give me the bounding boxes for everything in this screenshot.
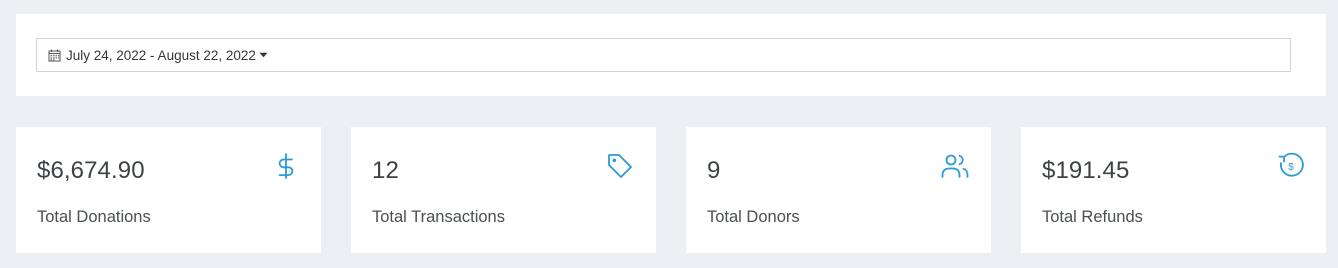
- date-range-label: July 24, 2022 - August 22, 2022: [66, 47, 256, 63]
- date-range-picker[interactable]: July 24, 2022 - August 22, 2022: [36, 38, 1291, 72]
- calendar-icon: [48, 49, 61, 62]
- stat-label: Total Donations: [37, 208, 151, 226]
- refund-icon: $: [1276, 151, 1306, 181]
- stat-value: 12: [372, 157, 399, 184]
- stat-card-total-transactions: 12 Total Transactions: [351, 127, 656, 253]
- tag-icon: [605, 151, 635, 181]
- caret-down-icon: [259, 52, 268, 58]
- users-icon: [940, 151, 970, 181]
- stat-label: Total Transactions: [372, 208, 505, 226]
- stat-value: $191.45: [1042, 157, 1130, 184]
- stat-value: $6,674.90: [37, 157, 145, 184]
- stat-label: Total Donors: [707, 208, 800, 226]
- stat-card-total-donors: 9 Total Donors: [686, 127, 991, 253]
- dollar-icon: [271, 151, 301, 181]
- stat-card-total-donations: $6,674.90 Total Donations: [16, 127, 321, 253]
- stat-card-total-refunds: $191.45 Total Refunds $: [1021, 127, 1326, 253]
- svg-text:$: $: [1288, 162, 1294, 173]
- date-filter-panel: July 24, 2022 - August 22, 2022: [16, 14, 1326, 96]
- stat-value: 9: [707, 157, 721, 184]
- stat-label: Total Refunds: [1042, 208, 1143, 226]
